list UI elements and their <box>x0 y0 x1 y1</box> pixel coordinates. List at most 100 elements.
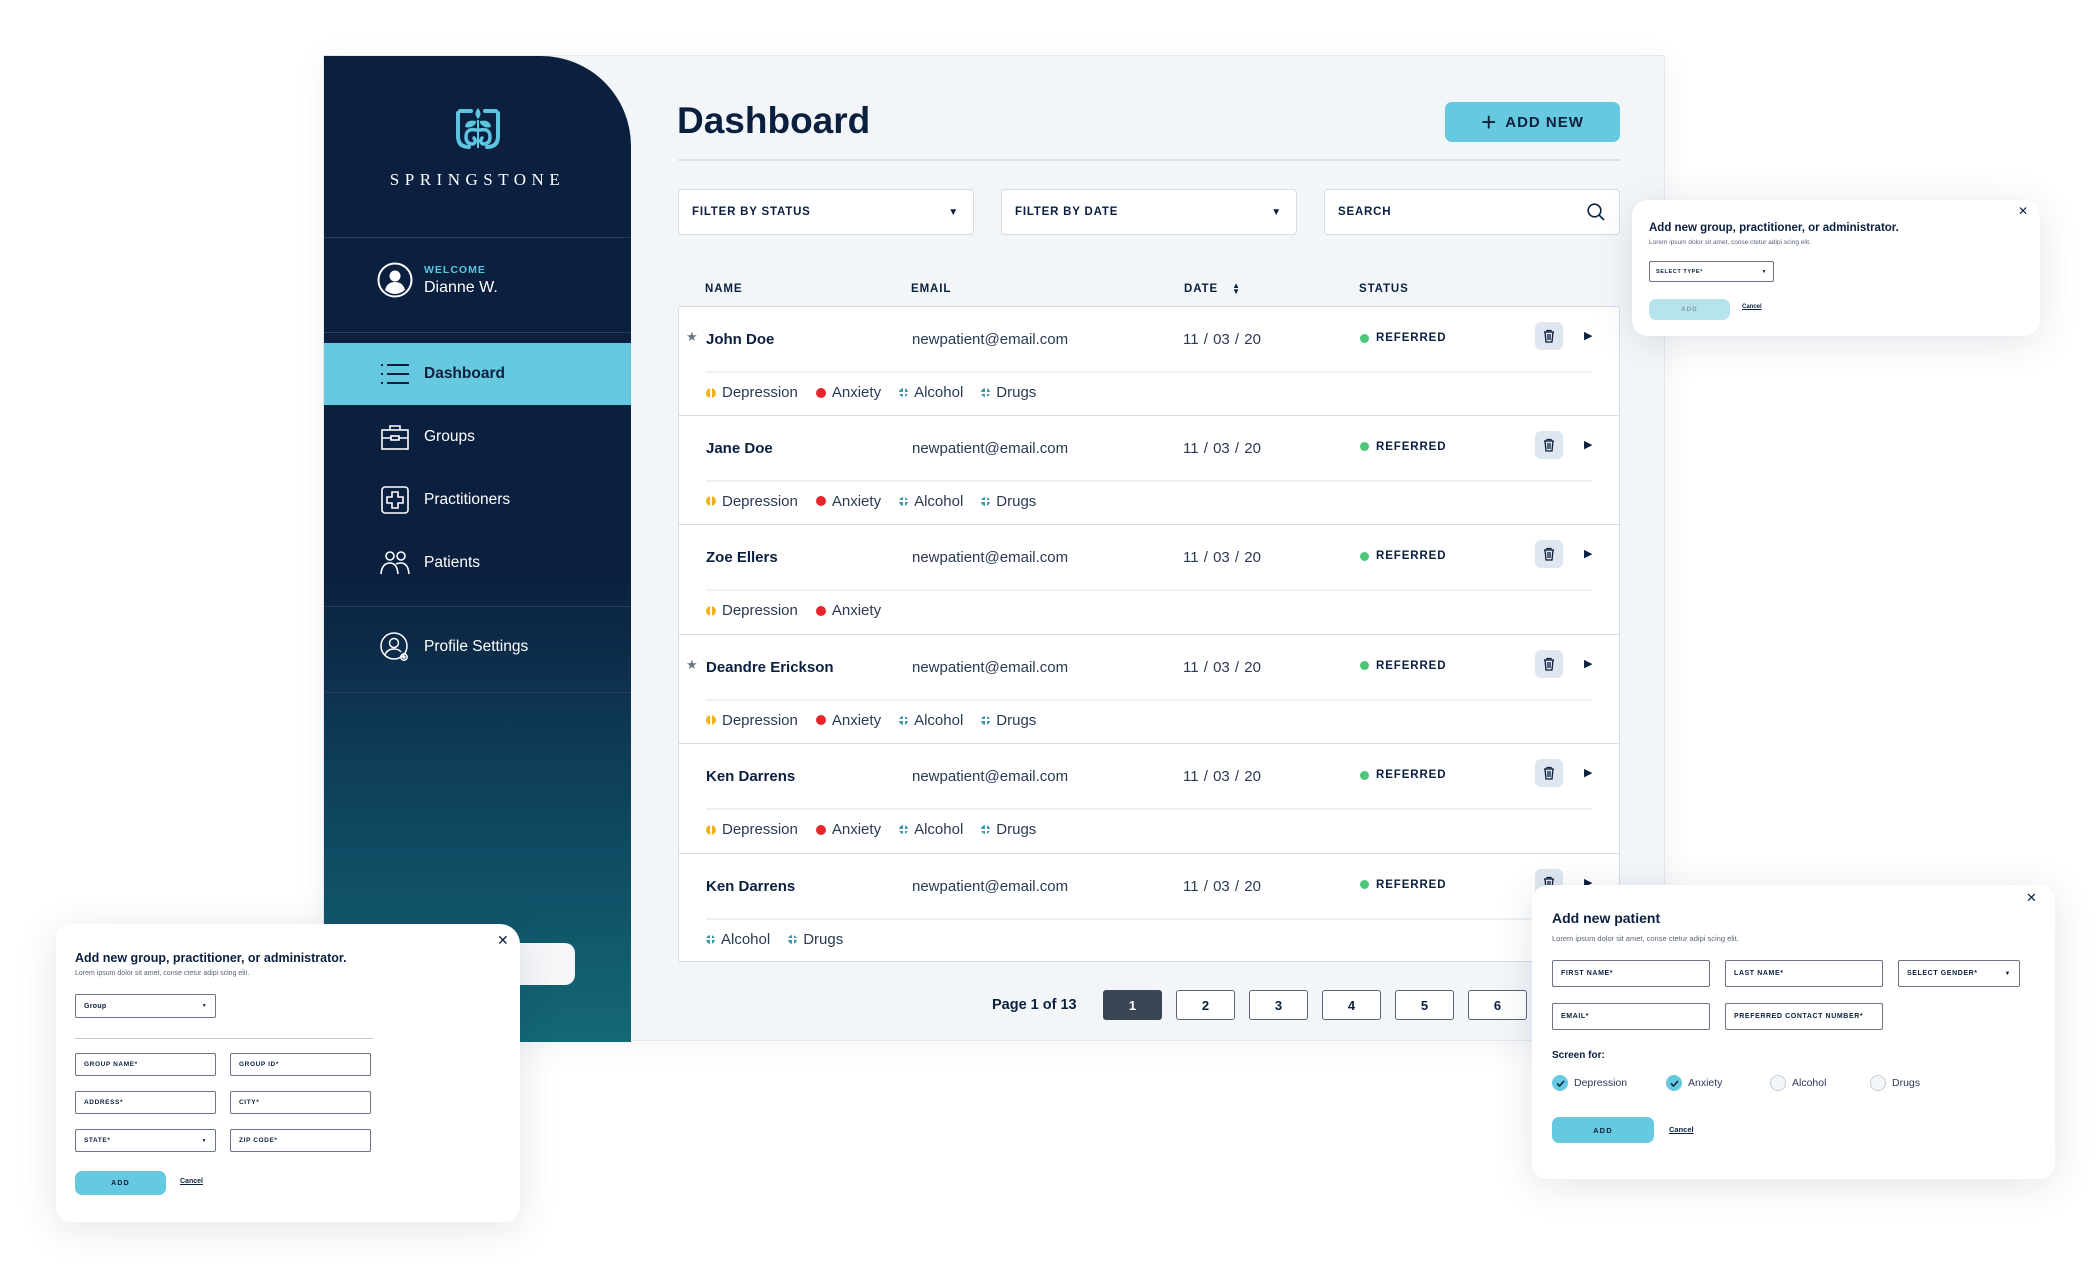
zip-code-field[interactable]: ZIP CODE* <box>230 1129 371 1152</box>
expand-arrow-icon[interactable]: ▶ <box>1584 547 1592 560</box>
delete-button[interactable] <box>1535 322 1563 350</box>
gender-placeholder: SELECT GENDER* <box>1907 970 1978 977</box>
patient-name[interactable]: Zoe Ellers <box>706 549 778 566</box>
avatar-icon <box>377 262 413 298</box>
page-button-4[interactable]: 4 <box>1322 990 1381 1020</box>
add-group-modal: ✕ Add new group, practitioner, or admini… <box>56 924 520 1222</box>
star-icon[interactable]: ★ <box>686 329 698 345</box>
status-label: REFERRED <box>1376 878 1447 891</box>
caret-down-icon: ▼ <box>201 1137 207 1144</box>
screen-checkbox-depression[interactable]: Depression <box>1552 1075 1627 1091</box>
table-row[interactable]: ★ Deandre Erickson newpatient@email.com 11 … <box>678 634 1620 744</box>
tag-anxiety: Anxiety <box>815 711 882 729</box>
tag-label: Anxiety <box>831 711 882 729</box>
column-header-name[interactable]: NAME <box>705 283 742 295</box>
add-button[interactable]: ADD <box>75 1171 166 1195</box>
screen-checkbox-anxiety[interactable]: Anxiety <box>1666 1075 1722 1091</box>
page-button-5[interactable]: 5 <box>1395 990 1454 1020</box>
close-icon[interactable]: ✕ <box>2018 204 2028 218</box>
table-row[interactable]: Ken Darrens newpatient@email.com 11 / 03 /… <box>678 853 1620 962</box>
table-row[interactable]: Jane Doe newpatient@email.com 11 / 03 / 20… <box>678 415 1620 525</box>
sidebar-item-patients[interactable]: Patients <box>324 532 631 594</box>
state-select[interactable]: STATE* ▼ <box>75 1129 216 1152</box>
filter-date-dropdown[interactable]: FILTER BY DATE ▼ <box>1001 189 1297 235</box>
cancel-link[interactable]: Cancel <box>1742 304 1762 310</box>
filter-date-label: FILTER BY DATE <box>1015 206 1119 218</box>
city-field[interactable]: CITY* <box>230 1091 371 1114</box>
screen-for-label: Screen for: <box>1552 1050 1605 1061</box>
tag-alcohol: Alcohol <box>899 821 963 838</box>
expand-arrow-icon[interactable]: ▶ <box>1584 438 1592 451</box>
patient-name[interactable]: Ken Darrens <box>706 878 795 895</box>
delete-button[interactable] <box>1535 649 1563 678</box>
select-type-dropdown[interactable]: SELECT TYPE* ▼ <box>1649 261 1774 282</box>
page-button-2[interactable]: 2 <box>1176 990 1235 1020</box>
caret-down-icon: ▼ <box>2004 970 2011 977</box>
column-header-email[interactable]: EMAIL <box>911 283 951 295</box>
patient-name[interactable]: Deandre Erickson <box>706 659 834 676</box>
sort-icon[interactable]: ▲ ▼ <box>1232 282 1241 296</box>
sidebar-divider <box>324 332 631 333</box>
patient-email: newpatient@email.com <box>912 439 1069 457</box>
group-id-field[interactable]: GROUP ID* <box>230 1053 371 1076</box>
tag-label: Anxiety <box>831 492 882 510</box>
contact-number-field[interactable]: PREFERRED CONTACT NUMBER* <box>1725 1003 1883 1030</box>
expand-arrow-icon[interactable]: ▶ <box>1584 329 1592 342</box>
table-row[interactable]: ★ John Doe newpatient@email.com 11 / 03 / 2… <box>678 306 1620 416</box>
gender-select[interactable]: SELECT GENDER* ▼ <box>1898 960 2020 987</box>
patient-name[interactable]: Jane Doe <box>706 440 773 457</box>
patient-date: 11 / 03 / 20 <box>1183 877 1261 895</box>
add-button[interactable]: ADD <box>1649 299 1730 320</box>
add-button[interactable]: ADD <box>1552 1117 1654 1143</box>
table-row[interactable]: Ken Darrens newpatient@email.com 11 / 03 /… <box>678 744 1620 854</box>
add-new-button[interactable]: + ADD NEW <box>1445 102 1620 142</box>
email-placeholder: EMAIL* <box>1561 1013 1590 1020</box>
table-row[interactable]: Zoe Ellers newpatient@email.com 11 / 03 / … <box>678 525 1620 635</box>
screen-checkbox-drugs[interactable]: Drugs <box>1870 1075 1920 1091</box>
depression-tag-icon <box>706 715 716 725</box>
column-header-date[interactable]: DATE ▲ ▼ <box>1184 282 1241 296</box>
group-name-field[interactable]: GROUP NAME* <box>75 1053 216 1076</box>
sidebar-item-dashboard[interactable]: Dashboard <box>324 343 631 405</box>
search-input[interactable]: SEARCH <box>1324 189 1620 235</box>
sidebar-item-profile-settings[interactable]: Profile Settings <box>324 616 631 678</box>
user-settings-icon <box>380 632 410 662</box>
anxiety-tag-icon <box>815 715 826 725</box>
type-select[interactable]: Group ▼ <box>75 994 216 1018</box>
alcohol-tag-icon <box>899 825 909 834</box>
last-name-field[interactable]: LAST NAME* <box>1725 960 1883 987</box>
select-type-placeholder: SELECT TYPE* <box>1656 268 1703 275</box>
page-title: Dashboard <box>677 100 871 141</box>
status-badge: REFERRED <box>1360 441 1446 453</box>
row-divider <box>706 479 1592 482</box>
filter-status-dropdown[interactable]: FILTER BY STATUS ▼ <box>678 189 974 235</box>
sidebar-item-practitioners[interactable]: Practitioners <box>324 469 631 531</box>
trash-icon <box>1544 438 1554 452</box>
briefcase-icon <box>380 422 410 452</box>
delete-button[interactable] <box>1535 430 1563 459</box>
delete-button[interactable] <box>1535 759 1563 787</box>
patient-name[interactable]: Ken Darrens <box>706 768 795 785</box>
page-button-6[interactable]: 6 <box>1468 990 1527 1020</box>
close-icon[interactable]: ✕ <box>2026 890 2037 906</box>
page-button-1[interactable]: 1 <box>1103 990 1162 1020</box>
patient-name[interactable]: John Doe <box>706 331 774 348</box>
close-icon[interactable]: ✕ <box>497 932 509 949</box>
expand-arrow-icon[interactable]: ▶ <box>1584 657 1592 670</box>
expand-arrow-icon[interactable]: ▶ <box>1584 766 1592 779</box>
screen-checkbox-alcohol[interactable]: Alcohol <box>1770 1075 1826 1091</box>
contact-number-placeholder: PREFERRED CONTACT NUMBER* <box>1734 1013 1864 1020</box>
delete-button[interactable] <box>1535 540 1563 568</box>
cancel-link[interactable]: Cancel <box>1669 1125 1694 1134</box>
sidebar: SPRINGSTONE WELCOME Dianne W. Dashboard <box>324 56 631 1042</box>
email-field[interactable]: EMAIL* <box>1552 1003 1710 1030</box>
cancel-link[interactable]: Cancel <box>180 1178 203 1185</box>
star-icon[interactable]: ★ <box>686 657 698 673</box>
first-name-field[interactable]: FIRST NAME* <box>1552 960 1710 987</box>
address-field[interactable]: ADDRESS* <box>75 1091 216 1114</box>
alcohol-tag-icon <box>899 715 909 725</box>
column-header-status[interactable]: STATUS <box>1359 283 1409 295</box>
sidebar-item-groups[interactable]: Groups <box>324 406 631 468</box>
page-button-3[interactable]: 3 <box>1249 990 1308 1020</box>
dashboard-window: SPRINGSTONE WELCOME Dianne W. Dashboard <box>323 55 1665 1042</box>
